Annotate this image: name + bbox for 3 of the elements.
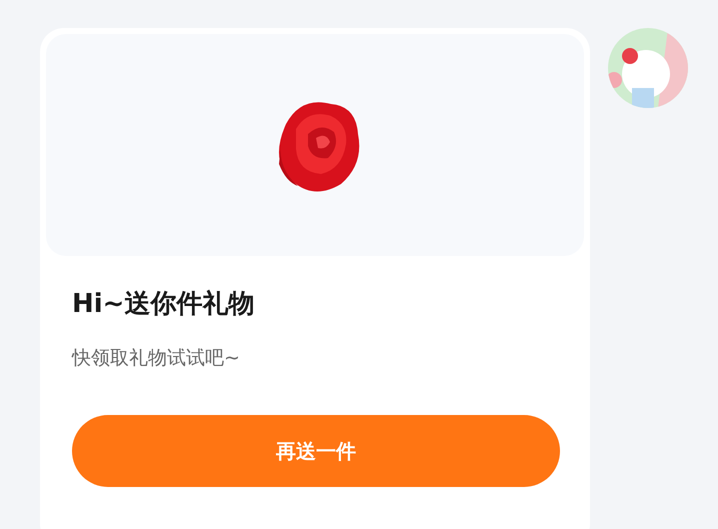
send-again-button[interactable]: 再送一件: [72, 415, 560, 487]
gift-subtitle: 快领取礼物试试吧~: [72, 346, 241, 371]
gift-title: Hi~送你件礼物: [72, 288, 256, 321]
